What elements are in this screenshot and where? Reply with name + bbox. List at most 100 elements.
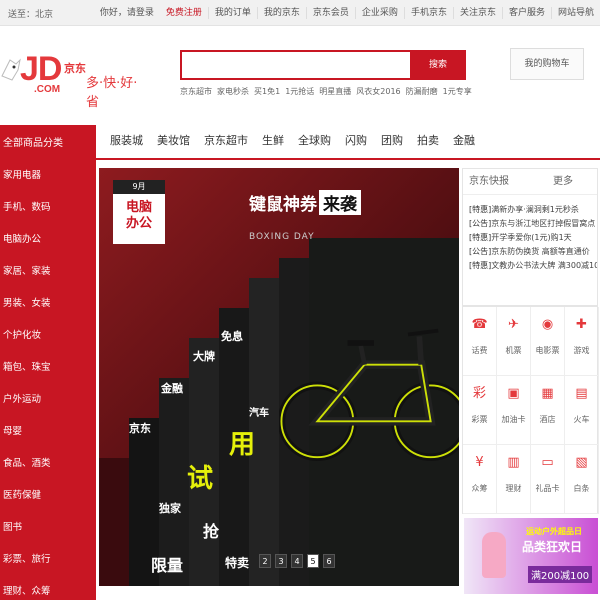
register-link[interactable]: 免费注册	[160, 7, 208, 19]
hot-word[interactable]: 京东超市	[180, 86, 212, 97]
customer-service-link[interactable]: 客户服务	[501, 7, 551, 19]
category-item[interactable]: 个护化妆	[0, 320, 96, 352]
service-gift-card[interactable]: ▭ 礼品卡	[531, 445, 565, 514]
news-item[interactable]: [特惠]文教办公书法大牌 满300减100	[463, 259, 597, 273]
carousel-dot[interactable]: 4	[291, 554, 303, 568]
category-item[interactable]: 图书	[0, 512, 96, 544]
nav-item[interactable]: 生鲜	[262, 132, 284, 148]
hot-word[interactable]: 防漏耐磨	[406, 86, 438, 97]
hot-word[interactable]: 1元抢话	[285, 86, 314, 97]
promo-text: 键鼠神券	[249, 195, 317, 215]
service-movie[interactable]: ◉ 电影票	[531, 307, 565, 376]
news-text: 京东与浙江地区打掉假冒窝点	[491, 219, 596, 228]
nav-item[interactable]: 团购	[381, 132, 403, 148]
ad-line3: 满200减100	[528, 566, 593, 583]
hot-word[interactable]: 买1免1	[254, 86, 280, 97]
phone-icon: ☎	[471, 317, 488, 332]
hero-banner[interactable]: 9月 电脑 办公 键鼠神券 来袭 BOXING DAY 京东 金融 独家 免息 大…	[99, 168, 459, 586]
service-label: 理财	[505, 484, 522, 493]
jd-dog-icon	[1, 58, 21, 81]
hot-word[interactable]: 1元专享	[443, 86, 472, 97]
search-input[interactable]	[180, 50, 412, 80]
nav-item[interactable]: 金融	[453, 132, 475, 148]
follow-jd-link[interactable]: 关注京东	[452, 7, 502, 19]
category-item[interactable]: 母婴	[0, 416, 96, 448]
service-lottery[interactable]: 彩彩票	[463, 376, 497, 445]
logo-com: .COM	[34, 84, 61, 95]
my-jd-link[interactable]: 我的京东	[256, 7, 306, 19]
service-baitiao[interactable]: ▧ 白条	[565, 445, 599, 514]
carousel-dot[interactable]: 6	[323, 554, 335, 568]
nav-item[interactable]: 全球购	[298, 132, 331, 148]
bicycle-image	[279, 328, 459, 461]
mobile-jd-link[interactable]: 手机京东	[403, 7, 453, 19]
news-tag: [特惠]	[469, 205, 492, 214]
banner-tile-text: 特卖	[225, 556, 250, 570]
finance-icon: ▥	[507, 455, 520, 470]
category-item[interactable]: 食品、酒类	[0, 448, 96, 480]
service-oil-card[interactable]: ▣ 加油卡	[497, 376, 531, 445]
service-finance[interactable]: ▥ 理财	[497, 445, 531, 514]
service-game[interactable]: ✚ 游戏	[565, 307, 599, 376]
service-label: 火车	[573, 415, 590, 424]
service-hotel[interactable]: ▦ 酒店	[531, 376, 565, 445]
location-selector[interactable]: 送至：北京	[8, 7, 53, 20]
all-categories-header[interactable]: 全部商品分类	[0, 125, 96, 158]
nav-item[interactable]: 闪购	[345, 132, 367, 148]
service-train[interactable]: ▤ 火车	[565, 376, 599, 445]
news-tag: [特惠]	[469, 233, 492, 242]
my-orders-link[interactable]: 我的订单	[207, 7, 257, 19]
category-item[interactable]: 手机、数码	[0, 192, 96, 224]
service-label: 加油卡	[501, 415, 526, 424]
news-item[interactable]: [公告]京东防伪换货 高额等直通价	[463, 245, 597, 259]
carousel-dot[interactable]: 2	[259, 554, 271, 568]
top-bar: 送至：北京 你好，请登录 免费注册 我的订单 我的京东 京东会员 企业采购 手机…	[0, 0, 600, 26]
category-item[interactable]: 彩票、旅行	[0, 544, 96, 576]
carousel-dot[interactable]: 3	[275, 554, 287, 568]
jd-logo[interactable]: JD .COM 京东 多·快·好·省	[0, 44, 140, 110]
news-item[interactable]: [公告]京东与浙江地区打掉假冒窝点	[463, 217, 597, 231]
site-nav-link[interactable]: 网站导航	[550, 7, 600, 19]
jd-news-panel: 京东快报 更多 [特惠]满新办享·澜洞剩1元秒杀 [公告]京东与浙江地区打掉假冒…	[462, 168, 598, 306]
hot-word[interactable]: 风衣女2016	[356, 86, 400, 97]
logo-cn: 京东	[64, 62, 86, 75]
category-item[interactable]: 家用电器	[0, 160, 96, 192]
calendar-month: 9月	[113, 180, 165, 194]
hot-word[interactable]: 明星直播	[319, 86, 351, 97]
side-ad-banner[interactable]: 运动户外超品日 品类狂欢日 满200减100	[464, 518, 598, 594]
service-crowdfund[interactable]: ¥ 众筹	[463, 445, 497, 514]
hot-word[interactable]: 家电秒杀	[217, 86, 249, 97]
carousel-dot-active[interactable]: 5	[307, 554, 319, 568]
nav-item[interactable]: 京东超市	[204, 132, 248, 148]
news-tag: [公告]	[469, 247, 492, 256]
category-item[interactable]: 家居、家装	[0, 256, 96, 288]
service-flight[interactable]: ✈ 机票	[497, 307, 531, 376]
news-header: 京东快报 更多	[463, 169, 597, 195]
news-item[interactable]: [特惠]开学季爱你(1元)购1天	[463, 231, 597, 245]
cart-button[interactable]: 我的购物车	[510, 48, 584, 80]
news-text: 京东防伪换货 高额等直通价	[491, 247, 590, 256]
service-label: 酒店	[539, 415, 556, 424]
category-item[interactable]: 电脑办公	[0, 224, 96, 256]
service-phone[interactable]: ☎ 话费	[463, 307, 497, 376]
jd-member-link[interactable]: 京东会员	[305, 7, 355, 19]
nav-item[interactable]: 服装城	[110, 132, 143, 148]
news-text: 文教办公书法大牌 满300减100	[491, 261, 597, 270]
category-item[interactable]: 箱包、珠宝	[0, 352, 96, 384]
category-item[interactable]: 户外运动	[0, 384, 96, 416]
news-text: 满新办享·澜洞剩1元秒杀	[491, 205, 579, 214]
enterprise-link[interactable]: 企业采购	[354, 7, 404, 19]
news-more-link[interactable]: 更多	[553, 169, 573, 195]
banner-tile-text: 独家	[159, 502, 181, 515]
banner-tile-text: 大牌	[193, 350, 215, 363]
category-item[interactable]: 男装、女装	[0, 288, 96, 320]
category-item[interactable]: 理财、众筹	[0, 576, 96, 608]
banner-tile-text: 试	[187, 464, 214, 494]
nav-item[interactable]: 美妆馆	[157, 132, 190, 148]
login-link[interactable]: 你好，请登录	[94, 7, 160, 19]
oil-icon: ▣	[507, 386, 520, 401]
nav-item[interactable]: 拍卖	[417, 132, 439, 148]
search-button[interactable]: 搜索	[410, 50, 466, 80]
category-item[interactable]: 医药保健	[0, 480, 96, 512]
news-item[interactable]: [特惠]满新办享·澜洞剩1元秒杀	[463, 203, 597, 217]
